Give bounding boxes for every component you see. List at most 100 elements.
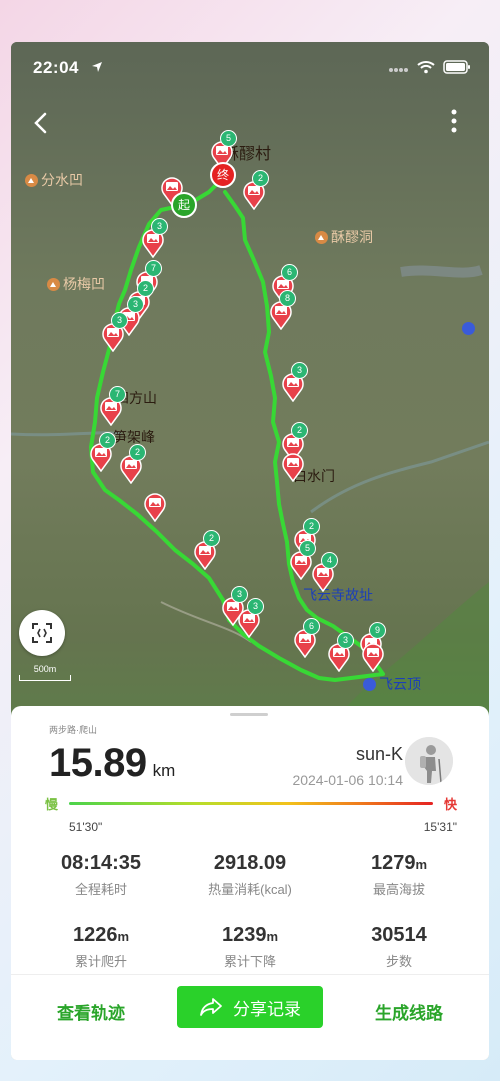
distance-unit: km [152,761,176,780]
more-vertical-icon [451,109,457,133]
photo-marker[interactable]: 8 [269,290,296,331]
stat-total-descent: 1239m 累计下降 [180,924,320,970]
map-scale-bar: 500m [19,664,71,681]
status-bar: 22:04 [33,58,471,82]
stat-label: 步数 [385,954,412,969]
scan-frame-icon [32,623,52,643]
more-button[interactable] [449,106,459,136]
photo-marker[interactable]: 3 [141,218,168,259]
sheet-drag-handle[interactable] [230,713,268,716]
avatar[interactable] [405,737,453,785]
wifi-icon [417,60,435,79]
photo-marker[interactable] [361,642,385,673]
photo-marker[interactable]: 3 [327,632,354,673]
hiker-avatar-icon [405,737,453,785]
stat-duration: 08:14:35 全程耗时 [31,852,171,898]
photo-count-badge: 2 [99,432,116,449]
photo-marker[interactable]: 2 [242,170,269,211]
photo-count-badge: 5 [299,540,316,557]
photo-marker[interactable]: 4 [311,552,338,593]
speed-fast-label: 快 [443,797,457,812]
battery-icon [443,60,471,79]
photo-count-badge: 2 [303,518,320,535]
stat-label: 累计爬升 [74,954,127,969]
scale-label: 500m [33,664,57,674]
mountain-pin-icon [315,230,328,244]
stat-steps: 30514 步数 [329,924,469,970]
start-marker[interactable]: 起 [171,192,197,218]
status-time: 22:04 [33,58,79,77]
view-track-button[interactable]: 查看轨迹 [57,999,125,1024]
photo-count-badge: 3 [151,218,168,235]
stat-calories: 2918.09 热量消耗(kcal) [180,852,320,898]
distance-value: 15.89 [49,741,147,785]
photo-marker[interactable] [281,452,305,483]
photo-marker[interactable]: 7 [99,386,126,427]
photo-marker[interactable]: 3 [101,312,128,353]
stat-unit: m [117,929,130,944]
photo-count-badge: 7 [145,260,162,277]
stat-label: 最高海拔 [372,882,425,897]
photo-pin-icon [144,493,166,523]
photo-count-badge: 9 [369,622,386,639]
poi-pin-icon [462,322,475,335]
chevron-left-icon [34,112,47,134]
photo-count-badge: 3 [337,632,354,649]
record-date: 2024-01-06 10:14 [292,772,403,788]
photo-marker[interactable]: 5 [289,540,316,581]
share-record-button[interactable]: 分享记录 [177,986,323,1028]
photo-count-badge: 3 [247,598,264,615]
end-marker[interactable]: 终 [210,162,236,188]
share-arrow-icon [200,998,222,1016]
screenshot-scan-button[interactable] [19,610,65,656]
mountain-pin-icon [25,173,38,187]
photo-count-badge: 2 [203,530,220,547]
photo-count-badge: 3 [111,312,128,329]
place-offscreen-poi [462,322,475,335]
photo-marker[interactable]: 2 [119,444,146,485]
stat-max-altitude: 1279m 最高海拔 [329,852,469,898]
map-view[interactable]: 酥醪村 分水凹 酥醪洞 杨梅凹 四方山 笋架峰 白水门 飞云寺故址 飞云顶 5 … [11,42,489,742]
photo-marker[interactable] [143,492,167,523]
photo-marker[interactable]: 3 [237,598,264,639]
speed-slow-label: 慢 [45,797,59,812]
photo-count-badge: 3 [291,362,308,379]
place-yangmeiao: 杨梅凹 [47,274,105,294]
bottom-action-bar: 查看轨迹 分享记录 生成线路 [11,974,489,1060]
place-fenshuiao: 分水凹 [25,170,83,190]
stat-total-ascent: 1226m 累计爬升 [31,924,171,970]
phone-screen: 酥醪村 分水凹 酥醪洞 杨梅凹 四方山 笋架峰 白水门 飞云寺故址 飞云顶 5 … [11,42,489,1060]
pace-slowest: 51'30" [69,820,103,834]
photo-count-badge: 3 [127,296,144,313]
photo-count-badge: 7 [109,386,126,403]
stat-value: 1239 [221,924,267,946]
stat-value: 08:14:35 [60,852,142,874]
stat-unit: m [266,929,279,944]
mountain-pin-icon [47,277,60,291]
photo-pin-icon [282,453,304,483]
photo-marker[interactable]: 3 [281,362,308,403]
distance-display: 15.89 km [49,741,175,786]
back-button[interactable] [29,108,55,138]
photo-marker[interactable]: 6 [293,618,320,659]
stat-value: 2918.09 [213,852,287,874]
photo-count-badge: 2 [137,280,154,297]
stat-label: 累计下降 [223,954,276,969]
photo-marker[interactable]: 2 [193,530,220,571]
speed-gradient-legend: 慢 快 [43,794,457,814]
photo-count-badge: 3 [231,586,248,603]
generate-route-button[interactable]: 生成线路 [375,999,443,1024]
place-sulaodong: 酥醪洞 [315,227,373,247]
stat-value: 1226 [72,924,118,946]
end-label: 终 [216,168,229,182]
stat-value: 1279 [370,852,416,874]
stat-label: 热量消耗(kcal) [208,882,292,897]
photo-count-badge: 5 [220,130,237,147]
speed-gradient-bar [69,802,433,805]
sport-type-label: 两步路·爬山 [49,725,97,735]
stat-unit: m [415,857,428,872]
cellular-dots-icon [389,61,409,79]
photo-count-badge: 2 [291,422,308,439]
photo-marker[interactable]: 2 [89,432,116,473]
user-name: sun-K [355,744,403,764]
